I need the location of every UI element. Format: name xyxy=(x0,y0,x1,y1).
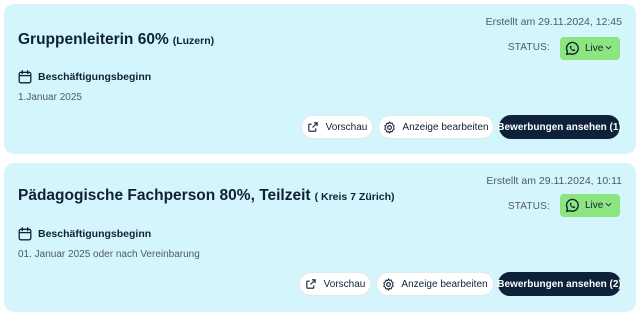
job-title-text: Pädagogische Fachperson 80%, Teilzeit xyxy=(18,187,311,204)
view-applications-label: Bewerbungen ansehen (2) xyxy=(497,278,622,290)
start-date: 1.Januar 2025 xyxy=(18,92,82,103)
status-label: STATUS: xyxy=(507,42,550,53)
job-location: (Luzern) xyxy=(172,35,215,47)
start-date: 01. Januar 2025 oder nach Vereinbarung xyxy=(18,249,200,260)
edit-ad-label: Anzeige bearbeiten xyxy=(402,121,489,133)
view-applications-label: Bewerbungen ansehen (1) xyxy=(497,121,622,133)
chevron-down-icon xyxy=(605,45,612,52)
job-title: Gruppenleiterin 60% (Luzern) xyxy=(18,31,214,49)
preview-label: Vorschau xyxy=(325,121,368,133)
job-card: Erstellt am 29.11.2024, 10:11 Pädagogisc… xyxy=(4,163,636,312)
chevron-down-icon xyxy=(605,202,612,209)
start-label: Beschäftigungsbeginn xyxy=(38,71,152,83)
start-label: Beschäftigungsbeginn xyxy=(38,228,152,240)
gear-icon xyxy=(383,120,396,134)
whatsapp-icon xyxy=(565,41,580,56)
created-timestamp: Erstellt am 29.11.2024, 10:11 xyxy=(486,175,622,187)
external-link-icon xyxy=(307,121,320,134)
job-card: Erstellt am 29.11.2024, 12:45 Gruppenlei… xyxy=(4,4,636,154)
external-link-icon xyxy=(305,278,318,291)
start-section: Beschäftigungsbeginn xyxy=(18,70,151,84)
start-section: Beschäftigungsbeginn xyxy=(18,227,151,241)
status-value: Live xyxy=(585,43,604,54)
edit-ad-button[interactable]: Anzeige bearbeiten xyxy=(378,115,494,139)
view-applications-button[interactable]: Bewerbungen ansehen (2) xyxy=(497,272,622,296)
whatsapp-icon xyxy=(565,198,580,213)
edit-ad-label: Anzeige bearbeiten xyxy=(401,278,488,290)
gear-icon xyxy=(382,277,395,291)
view-applications-button[interactable]: Bewerbungen ansehen (1) xyxy=(497,115,622,139)
calendar-icon xyxy=(18,227,32,241)
preview-label: Vorschau xyxy=(323,278,366,290)
job-location: ( Kreis 7 Zürich) xyxy=(314,191,395,203)
preview-button[interactable]: Vorschau xyxy=(299,272,371,296)
status-dropdown[interactable]: Live xyxy=(560,37,620,60)
preview-button[interactable]: Vorschau xyxy=(301,115,373,139)
status-label: STATUS: xyxy=(507,201,550,212)
status-dropdown[interactable]: Live xyxy=(560,194,620,217)
calendar-icon xyxy=(18,70,32,84)
created-timestamp: Erstellt am 29.11.2024, 12:45 xyxy=(485,16,622,28)
job-title: Pädagogische Fachperson 80%, Teilzeit( K… xyxy=(18,187,395,205)
job-title-text: Gruppenleiterin 60% xyxy=(18,31,169,48)
edit-ad-button[interactable]: Anzeige bearbeiten xyxy=(376,272,494,296)
status-value: Live xyxy=(585,200,604,211)
